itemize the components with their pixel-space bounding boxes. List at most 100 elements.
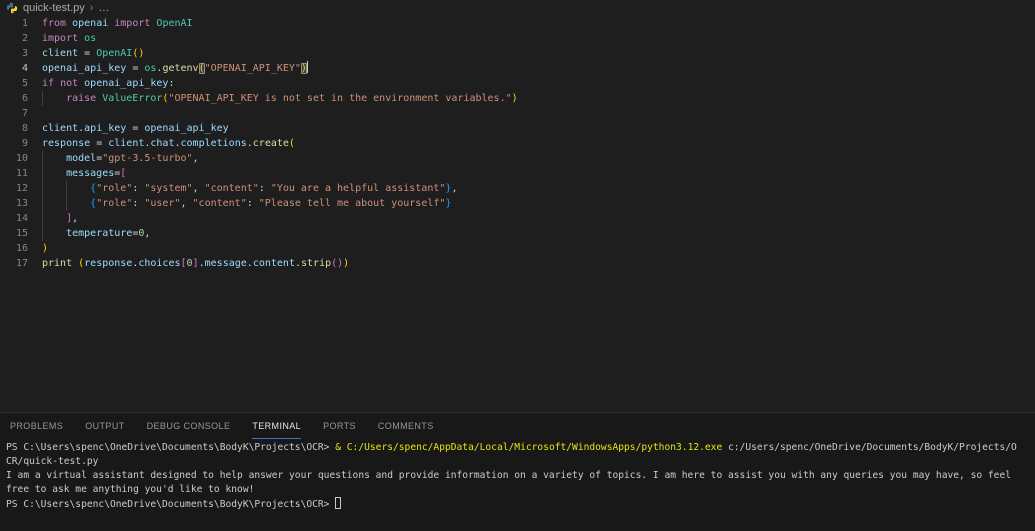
code-token: =	[90, 138, 109, 149]
code-token: choices	[138, 258, 181, 269]
code-token: import	[114, 18, 157, 29]
line-number: 7	[21, 108, 28, 119]
line-text: if not openai_api_key:	[42, 76, 174, 91]
code-token: client	[42, 123, 79, 134]
code-token: "OPENAI_API_KEY"	[204, 63, 301, 74]
terminal-text: PS C:\Users\spenc\OneDrive\Documents\Bod…	[6, 442, 336, 453]
indent-guide	[66, 181, 90, 196]
line-number: 3	[21, 48, 28, 59]
code-token: from	[42, 18, 73, 29]
code-token: ()	[331, 258, 344, 269]
code-line[interactable]: 17 print (response.choices[0].message.con…	[0, 256, 1035, 271]
line-number: 9	[21, 138, 28, 149]
code-line[interactable]: 15 temperature=0,	[0, 226, 1035, 241]
code-token: :	[132, 183, 145, 194]
code-token: "Please tell me about yourself"	[258, 198, 446, 209]
terminal-content[interactable]: PS C:\Users\spenc\OneDrive\Documents\Bod…	[0, 439, 1035, 512]
terminal-text: & C:/Users/spenc/AppData/Local/Microsoft…	[335, 442, 723, 453]
code-token: "user"	[144, 198, 181, 209]
breadcrumb-separator-icon: ›	[89, 2, 94, 14]
breadcrumb-ellipsis[interactable]: …	[98, 2, 109, 14]
panel-tab-ports[interactable]: PORTS	[323, 413, 356, 439]
code-token: [	[120, 168, 127, 179]
code-token: os	[84, 33, 97, 44]
breadcrumb-file[interactable]: quick-test.py	[23, 2, 85, 14]
code-line[interactable]: 5 if not openai_api_key:	[0, 76, 1035, 91]
editor-cursor	[306, 61, 308, 73]
code-lines[interactable]: 1 from openai import OpenAI 2 import os 3 cli…	[0, 16, 1035, 271]
terminal-text: c:/Users/spenc/OneDrive/Documents/BodyK/…	[722, 442, 1017, 453]
code-token: (	[288, 138, 295, 149]
terminal-line: I am a virtual assistant designed to hel…	[6, 469, 1035, 483]
code-token: openai_api_key	[42, 63, 127, 74]
line-text: messages=[	[42, 166, 126, 181]
code-token: =	[78, 48, 97, 59]
indent-guide	[42, 181, 66, 196]
line-text: import os	[42, 31, 96, 46]
code-line[interactable]: 9 response = client.chat.completions.crea…	[0, 136, 1035, 151]
line-number: 2	[21, 33, 28, 44]
indent-guide	[66, 196, 90, 211]
panel-tab-output[interactable]: OUTPUT	[85, 413, 124, 439]
code-line[interactable]: 3 client = OpenAI()	[0, 46, 1035, 61]
code-line[interactable]: 8 client.api_key = openai_api_key	[0, 121, 1035, 136]
line-text: print (response.choices[0].message.conte…	[42, 256, 349, 271]
code-token: ()	[132, 48, 145, 59]
code-token: :	[246, 198, 259, 209]
code-token: =	[126, 123, 145, 134]
code-line[interactable]: 2 import os	[0, 31, 1035, 46]
code-token: ,	[72, 213, 79, 224]
code-token: ,	[192, 153, 199, 164]
line-text: temperature=0,	[42, 226, 150, 241]
line-text: response = client.chat.completions.creat…	[42, 136, 295, 151]
code-line[interactable]: 1 from openai import OpenAI	[0, 16, 1035, 31]
code-token: openai_api_key	[144, 123, 229, 134]
panel-tab-problems[interactable]: PROBLEMS	[10, 413, 63, 439]
editor-pane[interactable]: quick-test.py › … 1 from openai import Op…	[0, 0, 1035, 412]
line-text: openai_api_key = os.getenv("OPENAI_API_K…	[42, 61, 308, 76]
code-token: "You are a helpful assistant"	[270, 183, 446, 194]
code-token: create	[252, 138, 289, 149]
panel-tab-comments[interactable]: COMMENTS	[378, 413, 434, 439]
line-number: 6	[21, 93, 28, 104]
line-number: 1	[21, 18, 28, 29]
code-line[interactable]: 4 openai_api_key = os.getenv("OPENAI_API_…	[0, 61, 1035, 76]
code-token: chat	[150, 138, 175, 149]
line-text: client.api_key = openai_api_key	[42, 121, 229, 136]
code-line[interactable]: 14],	[0, 211, 1035, 226]
code-line[interactable]: 13 {"role": "user", "content": "Please te…	[0, 196, 1035, 211]
line-number: 14	[15, 213, 28, 224]
line-text: ],	[42, 211, 78, 226]
panel-tab-terminal[interactable]: TERMINAL	[252, 413, 302, 439]
python-icon	[6, 2, 18, 14]
code-line[interactable]: 11 messages=[	[0, 166, 1035, 181]
code-token: completions	[180, 138, 247, 149]
code-line[interactable]: 6 raise ValueError("OPENAI_API_KEY is not…	[0, 91, 1035, 106]
code-line[interactable]: 7	[0, 106, 1035, 121]
terminal-text: free to ask me anything you'd like to kn…	[6, 484, 255, 495]
code-token: os	[144, 63, 157, 74]
panel-tabs: PROBLEMS OUTPUT DEBUG CONSOLE TERMINAL PORTS…	[0, 413, 1035, 439]
line-text: model="gpt-3.5-turbo",	[42, 151, 199, 166]
line-number: 11	[15, 168, 28, 179]
line-number: 17	[15, 258, 28, 269]
code-token: "role"	[96, 198, 133, 209]
code-line[interactable]: 12 {"role": "system", "content": "You are…	[0, 181, 1035, 196]
indent-guide	[42, 226, 66, 241]
code-token: response	[84, 258, 133, 269]
code-line[interactable]: 16)	[0, 241, 1035, 256]
indent-guide	[42, 151, 66, 166]
panel-tab-debug-console[interactable]: DEBUG CONSOLE	[147, 413, 231, 439]
code-token: )	[511, 93, 518, 104]
code-token: api_key	[84, 123, 127, 134]
line-number: 10	[15, 153, 28, 164]
code-token: client	[42, 48, 79, 59]
code-token: messages	[66, 168, 115, 179]
code-token: strip	[301, 258, 332, 269]
code-token: "gpt-3.5-turbo"	[102, 153, 193, 164]
code-token: ValueError	[102, 93, 163, 104]
code-token: client	[108, 138, 145, 149]
terminal-line: PS C:\Users\spenc\OneDrive\Documents\Bod…	[6, 497, 1035, 512]
terminal-text: I am a virtual assistant designed to hel…	[6, 470, 1012, 481]
code-line[interactable]: 10 model="gpt-3.5-turbo",	[0, 151, 1035, 166]
